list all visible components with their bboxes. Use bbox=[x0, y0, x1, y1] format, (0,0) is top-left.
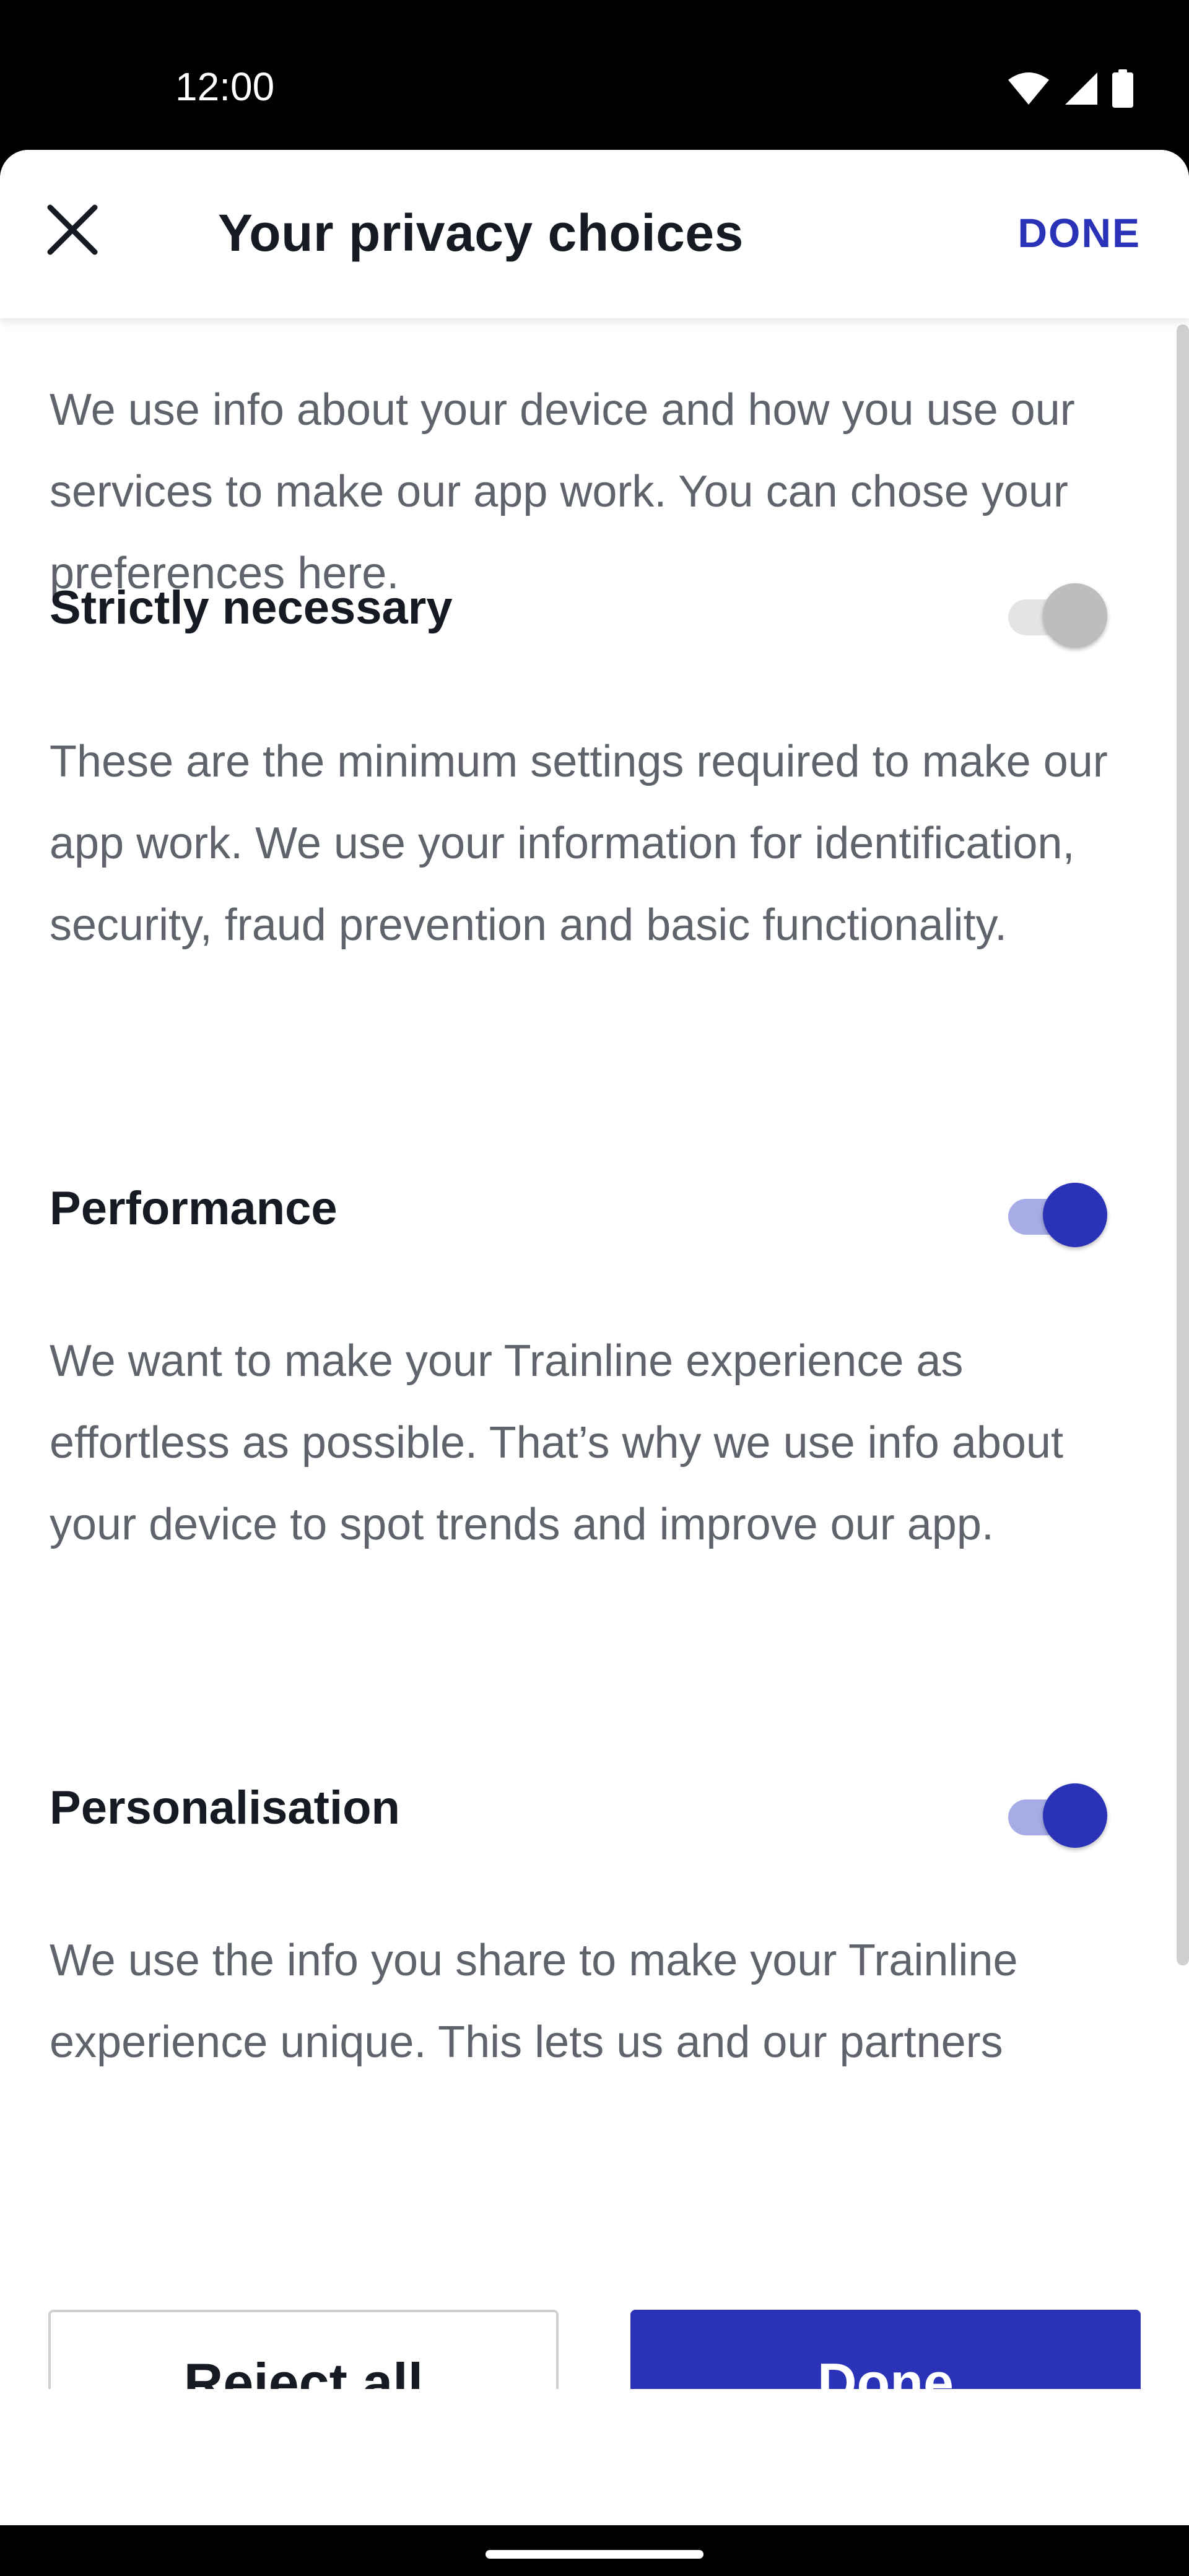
toggle-thumb bbox=[1043, 1183, 1107, 1247]
navigation-bar bbox=[0, 2525, 1189, 2576]
status-bar: 12:00 bbox=[0, 0, 1189, 150]
section-title-performance: Performance bbox=[50, 1182, 338, 1235]
intro-text: We use info about your device and how yo… bbox=[50, 385, 1075, 598]
wifi-icon bbox=[1007, 71, 1050, 109]
scrollbar[interactable] bbox=[1177, 324, 1189, 1965]
header: Your privacy choices DONE bbox=[0, 150, 1189, 318]
section-title-strictly-necessary: Strictly necessary bbox=[50, 581, 453, 634]
section-description-strictly-necessary: These are the minimum settings required … bbox=[50, 737, 1108, 950]
toggle-personalisation[interactable] bbox=[1008, 1776, 1107, 1848]
toggle-strictly-necessary bbox=[1008, 576, 1107, 648]
action-bar bbox=[0, 2389, 1189, 2525]
toggle-thumb bbox=[1043, 583, 1107, 648]
close-icon bbox=[46, 204, 98, 259]
section-description-performance: We want to make your Trainline experienc… bbox=[50, 1336, 1063, 1549]
status-time: 12:00 bbox=[175, 64, 275, 109]
toggle-thumb bbox=[1043, 1783, 1107, 1848]
status-icons bbox=[1007, 69, 1133, 111]
section-title-personalisation: Personalisation bbox=[50, 1782, 400, 1834]
close-button[interactable] bbox=[31, 189, 114, 272]
home-indicator[interactable] bbox=[486, 2550, 703, 2559]
signal-icon bbox=[1064, 71, 1099, 109]
battery-icon bbox=[1112, 69, 1133, 111]
privacy-sheet: Your privacy choices DONE We use info ab… bbox=[0, 150, 1189, 2525]
section-description-personalisation: We use the info you share to make your T… bbox=[50, 1936, 1018, 2067]
page-title: Your privacy choices bbox=[218, 204, 744, 262]
app-screen: 12:00 Your privacy choices DONE We use i… bbox=[0, 0, 1189, 2576]
toggle-performance[interactable] bbox=[1008, 1175, 1107, 1247]
scroll-content[interactable]: We use info about your device and how yo… bbox=[0, 318, 1189, 2389]
header-done-button[interactable]: DONE bbox=[1017, 208, 1141, 258]
